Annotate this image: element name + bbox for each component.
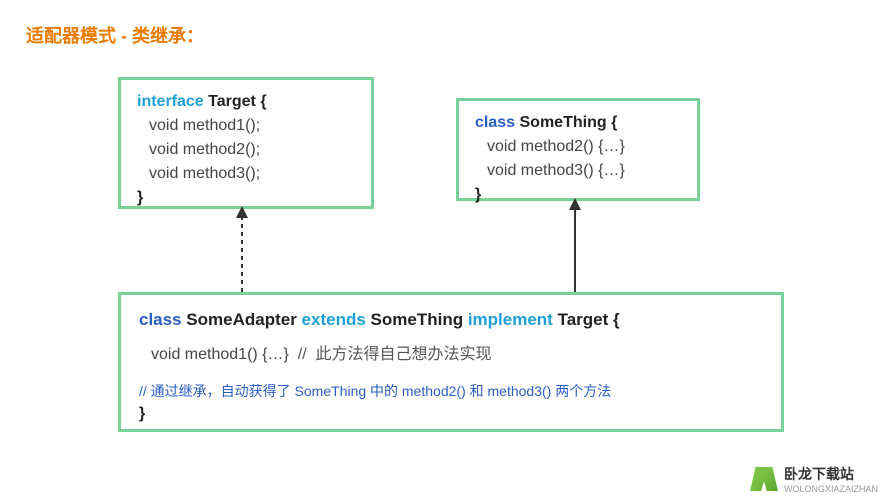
solid-arrow-extends — [565, 198, 585, 294]
open-brace: { — [613, 310, 620, 329]
watermark-cn: 卧龙下载站 — [784, 464, 878, 484]
adapter-method1: void method1() {…} // 此方法得自己想办法实现 — [139, 343, 763, 367]
target-method3: void method3(); — [137, 162, 355, 186]
something-name: SomeThing — [520, 114, 612, 131]
something-decl: class SomeThing { — [475, 111, 681, 135]
keyword-class: class — [475, 114, 515, 131]
something-method2: void method2() {…} — [475, 135, 681, 159]
adapter-name: SomeAdapter — [186, 310, 301, 329]
watermark-logo-icon — [750, 467, 778, 491]
watermark-en: WOLONGXIAZAIZHAN — [784, 484, 878, 494]
adapter-comment-inherit: // 通过继承，自动获得了 SomeThing 中的 method2() 和 m… — [139, 381, 763, 402]
something-box: class SomeThing { void method2() {…} voi… — [456, 98, 700, 201]
target-method2: void method2(); — [137, 138, 355, 162]
adapter-iface: Target — [558, 310, 613, 329]
target-method1: void method1(); — [137, 114, 355, 138]
open-brace: { — [260, 93, 266, 110]
adapter-box: class SomeAdapter extends SomeThing impl… — [118, 292, 784, 432]
something-method3: void method3() {…} — [475, 159, 681, 183]
adapter-decl: class SomeAdapter extends SomeThing impl… — [139, 307, 763, 333]
diagram-title: 适配器模式 - 类继承： — [26, 22, 204, 48]
watermark: 卧龙下载站 WOLONGXIAZAIZHAN — [750, 464, 878, 494]
keyword-interface: interface — [137, 93, 204, 110]
dashed-arrow-implements — [232, 206, 252, 294]
keyword-class: class — [139, 310, 182, 329]
target-decl: interface Target { — [137, 90, 355, 114]
target-box: interface Target { void method1(); void … — [118, 77, 374, 209]
keyword-implement: implement — [468, 310, 553, 329]
adapter-parent: SomeThing — [371, 310, 468, 329]
open-brace: { — [611, 114, 617, 131]
close-brace: } — [139, 402, 763, 426]
target-name: Target — [208, 93, 260, 110]
keyword-extends: extends — [302, 310, 366, 329]
